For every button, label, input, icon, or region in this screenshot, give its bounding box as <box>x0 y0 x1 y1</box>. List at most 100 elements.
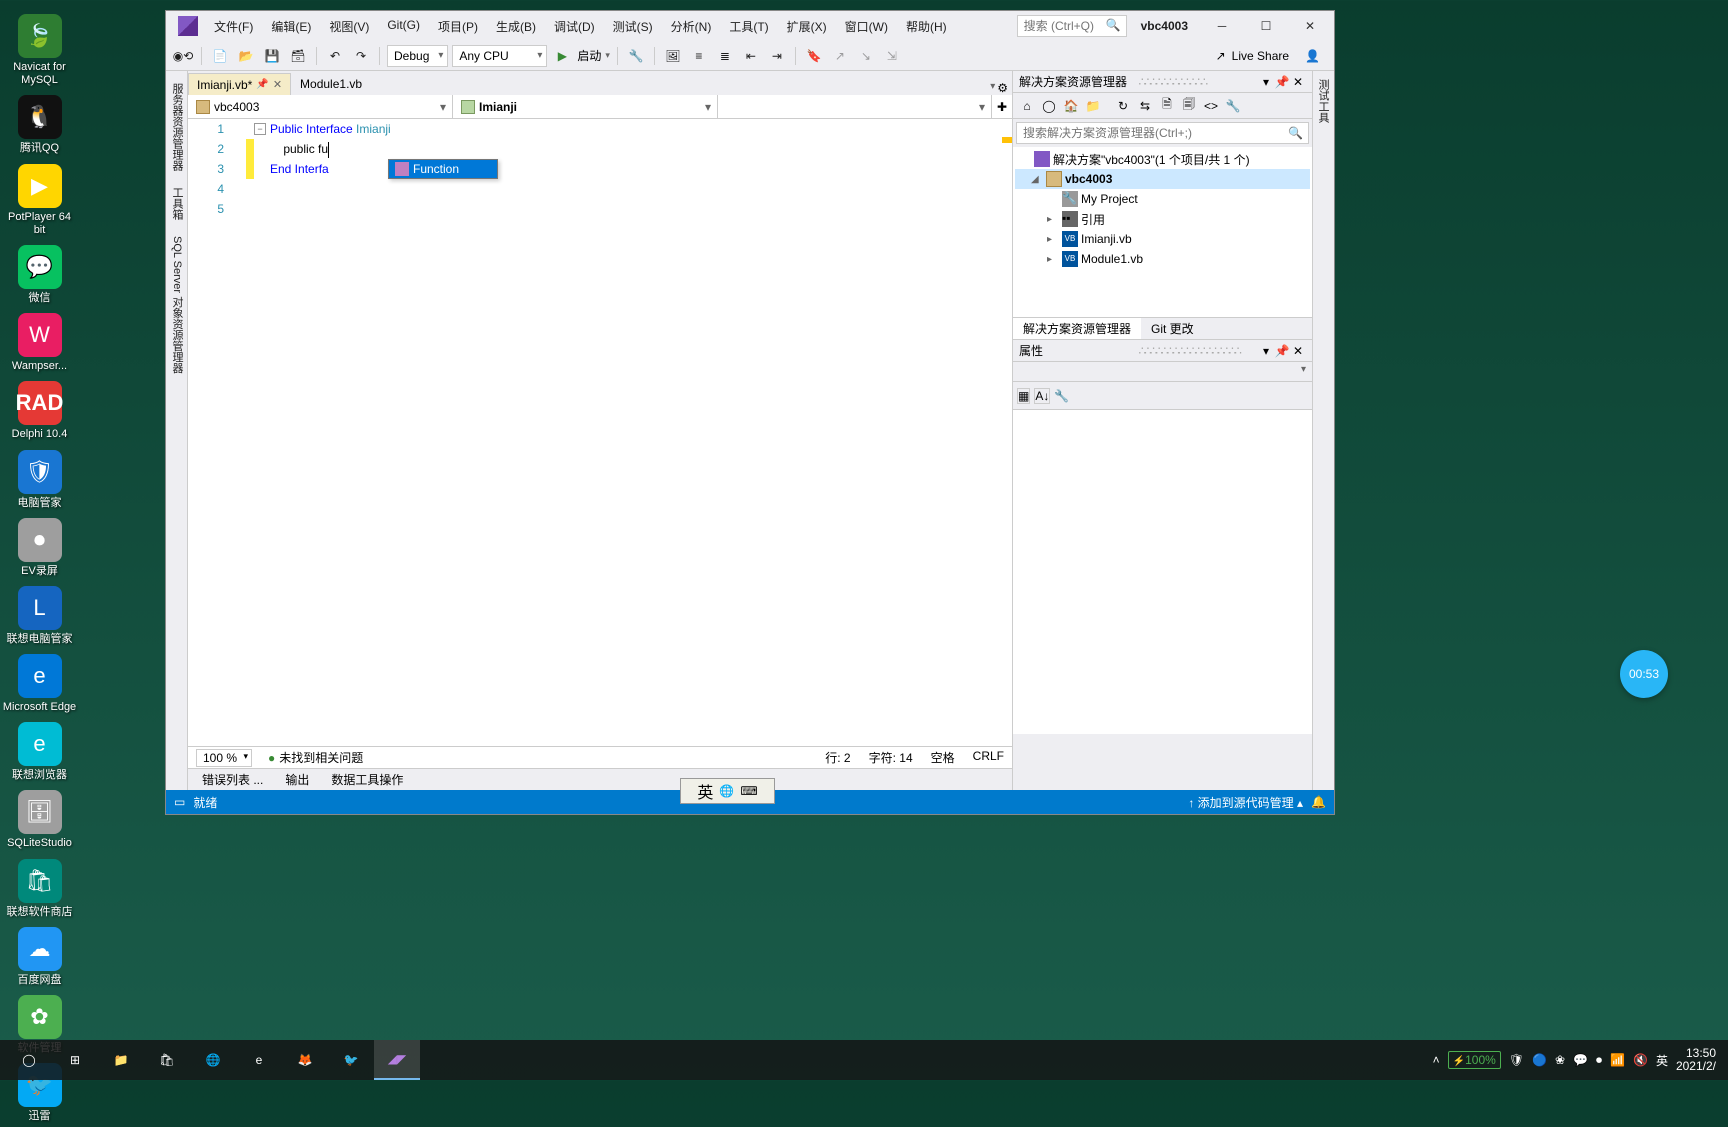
menu-file[interactable]: 文件(F) <box>206 14 261 39</box>
outdent-button[interactable]: ⇤ <box>740 45 762 67</box>
tool-btn[interactable]: ≡ <box>688 45 710 67</box>
close-tab-icon[interactable]: ✕ <box>273 78 282 91</box>
menu-analyze[interactable]: 分析(N) <box>663 14 720 39</box>
file-node-module1[interactable]: ▸VBModule1.vb <box>1015 249 1310 269</box>
properties-grid[interactable] <box>1013 410 1312 734</box>
new-button[interactable]: 📄 <box>209 45 231 67</box>
desktop-icon[interactable]: ⏺EV录屏 <box>2 518 77 578</box>
desktop-icon[interactable]: ▶PotPlayer 64 bit <box>2 164 77 237</box>
liveshare-button[interactable]: Live Share <box>1232 49 1289 63</box>
open-button[interactable]: 📂 <box>235 45 257 67</box>
bookmark-button[interactable]: 🔖 <box>803 45 825 67</box>
recording-timer[interactable]: 00:53 <box>1620 650 1668 698</box>
tool-btn[interactable]: 🖼 <box>662 45 684 67</box>
file-node-imianji[interactable]: ▸VBImianji.vb <box>1015 229 1310 249</box>
menu-window[interactable]: 窗口(W) <box>837 14 896 39</box>
start-button[interactable]: ▶ <box>551 45 573 67</box>
toolbox-tab[interactable]: 工具箱 <box>166 179 187 228</box>
close-icon[interactable]: ✕ <box>1290 74 1306 90</box>
nav-type-combo[interactable]: Imianji <box>453 95 718 118</box>
git-changes-tab[interactable]: Git 更改 <box>1141 318 1204 339</box>
split-icon[interactable]: ✚ <box>992 95 1012 118</box>
wrench-icon[interactable]: 🔧 <box>1054 389 1069 403</box>
output-tab[interactable]: 输出 <box>275 769 319 790</box>
tab-module1[interactable]: Module1.vb <box>291 73 371 95</box>
pin-icon[interactable]: 📌 <box>1274 343 1290 359</box>
notifications-icon[interactable]: 🔔 <box>1311 795 1326 809</box>
solution-search-input[interactable] <box>1016 122 1309 144</box>
dropdown-icon[interactable]: ▾ <box>1301 364 1306 375</box>
tool-btn[interactable]: ⇲ <box>881 45 903 67</box>
code-editor[interactable]: 1 2 3 4 5 − Public Interface Imianji pub… <box>188 119 1012 746</box>
start-button[interactable]: ◯ <box>6 1040 52 1080</box>
wifi-icon[interactable]: 📶 <box>1610 1053 1625 1067</box>
desktop-icon[interactable]: 🛡电脑管家 <box>2 450 77 510</box>
desktop-icon[interactable]: 💬微信 <box>2 245 77 305</box>
solution-tree[interactable]: 解决方案"vbc4003"(1 个项目/共 1 个) ◢vbc4003 🔧My … <box>1013 147 1312 317</box>
file-explorer-button[interactable]: 📁 <box>98 1040 144 1080</box>
desktop-icon[interactable]: 🗄SQLiteStudio <box>2 790 77 850</box>
nav-project-combo[interactable]: vbc4003 <box>188 95 453 118</box>
tray-chevron-icon[interactable]: ˄ <box>1433 1053 1440 1067</box>
menu-debug[interactable]: 调试(D) <box>546 14 603 39</box>
ime-toolbar[interactable]: 英 🌐 ⌨ <box>680 778 775 804</box>
tab-dropdown-icon[interactable]: ▾ <box>990 81 995 95</box>
refresh-icon[interactable]: ↻ <box>1113 96 1133 116</box>
datatools-tab[interactable]: 数据工具操作 <box>321 769 413 790</box>
config-combo[interactable]: Debug <box>387 45 448 67</box>
close-icon[interactable]: ✕ <box>1290 343 1306 359</box>
server-explorer-tab[interactable]: 服务器资源管理器 <box>166 75 187 179</box>
home-icon[interactable]: ⌂ <box>1017 96 1037 116</box>
showall-icon[interactable]: 🗎 <box>1157 96 1177 116</box>
tool-btn[interactable]: ≣ <box>714 45 736 67</box>
tool-btn[interactable]: ↘ <box>855 45 877 67</box>
menu-extensions[interactable]: 扩展(X) <box>779 14 835 39</box>
tool-btn[interactable]: 🔧 <box>625 45 647 67</box>
menu-git[interactable]: Git(G) <box>379 14 428 39</box>
menu-edit[interactable]: 编辑(E) <box>263 14 319 39</box>
task-view-button[interactable]: ⊞ <box>52 1040 98 1080</box>
solution-node[interactable]: 解决方案"vbc4003"(1 个项目/共 1 个) <box>1015 149 1310 169</box>
desktop-icon[interactable]: eMicrosoft Edge <box>2 654 77 714</box>
menu-view[interactable]: 视图(V) <box>321 14 377 39</box>
collapse-icon[interactable]: ⇆ <box>1135 96 1155 116</box>
desktop-icon[interactable]: L联想电脑管家 <box>2 586 77 646</box>
pin-icon[interactable]: 📌 <box>256 79 268 90</box>
redo-button[interactable]: ↷ <box>350 45 372 67</box>
project-node[interactable]: ◢vbc4003 <box>1015 169 1310 189</box>
code-icon[interactable]: <> <box>1201 96 1221 116</box>
intellisense-item[interactable]: Function <box>389 160 497 178</box>
categorized-icon[interactable]: ▦ <box>1017 388 1030 404</box>
references-node[interactable]: ▸▪▪引用 <box>1015 209 1310 229</box>
preview-icon[interactable]: 🗐 <box>1179 96 1199 116</box>
edge-button[interactable]: 🌐 <box>190 1040 236 1080</box>
menu-help[interactable]: 帮助(H) <box>898 14 955 39</box>
desktop-icon[interactable]: 🍃Navicat for MySQL <box>2 14 77 87</box>
back-icon[interactable]: ◯ <box>1039 96 1059 116</box>
panel-dropdown-icon[interactable]: ▾ <box>1258 74 1274 90</box>
sln-explorer-tab[interactable]: 解决方案资源管理器 <box>1013 318 1141 339</box>
tray-icon[interactable]: ⏺ <box>1596 1053 1602 1068</box>
tool-btn[interactable]: ↗ <box>829 45 851 67</box>
pin-icon[interactable]: 📌 <box>1274 74 1290 90</box>
ime-indicator[interactable]: 英 <box>1656 1052 1668 1069</box>
app-button[interactable]: 🐦 <box>328 1040 374 1080</box>
save-all-button[interactable]: 🗃 <box>287 45 309 67</box>
desktop-icon[interactable]: e联想浏览器 <box>2 722 77 782</box>
scope-icon[interactable]: 📁 <box>1083 96 1103 116</box>
undo-button[interactable]: ↶ <box>324 45 346 67</box>
git-add-button[interactable]: ↑ 添加到源代码管理 ▴ <box>1188 794 1303 811</box>
clock[interactable]: 13:50 2021/2/ <box>1676 1047 1716 1073</box>
tab-imianji[interactable]: Imianji.vb* 📌 ✕ <box>188 73 291 95</box>
desktop-icon[interactable]: RADDelphi 10.4 <box>2 381 77 441</box>
panel-dropdown-icon[interactable]: ▾ <box>1258 343 1274 359</box>
nav-back-button[interactable]: ◉⟲ <box>172 45 194 67</box>
desktop-icon[interactable]: 🛍联想软件商店 <box>2 859 77 919</box>
zoom-combo[interactable]: 100 % <box>196 749 252 767</box>
alphabetical-icon[interactable]: A↓ <box>1034 388 1050 404</box>
properties-icon[interactable]: 🔧 <box>1223 96 1243 116</box>
nav-member-combo[interactable] <box>718 95 992 118</box>
tray-icon[interactable]: 🔵 <box>1532 1053 1547 1067</box>
errorlist-tab[interactable]: 错误列表 ... <box>192 769 273 790</box>
volume-icon[interactable]: 🔇 <box>1633 1053 1648 1067</box>
